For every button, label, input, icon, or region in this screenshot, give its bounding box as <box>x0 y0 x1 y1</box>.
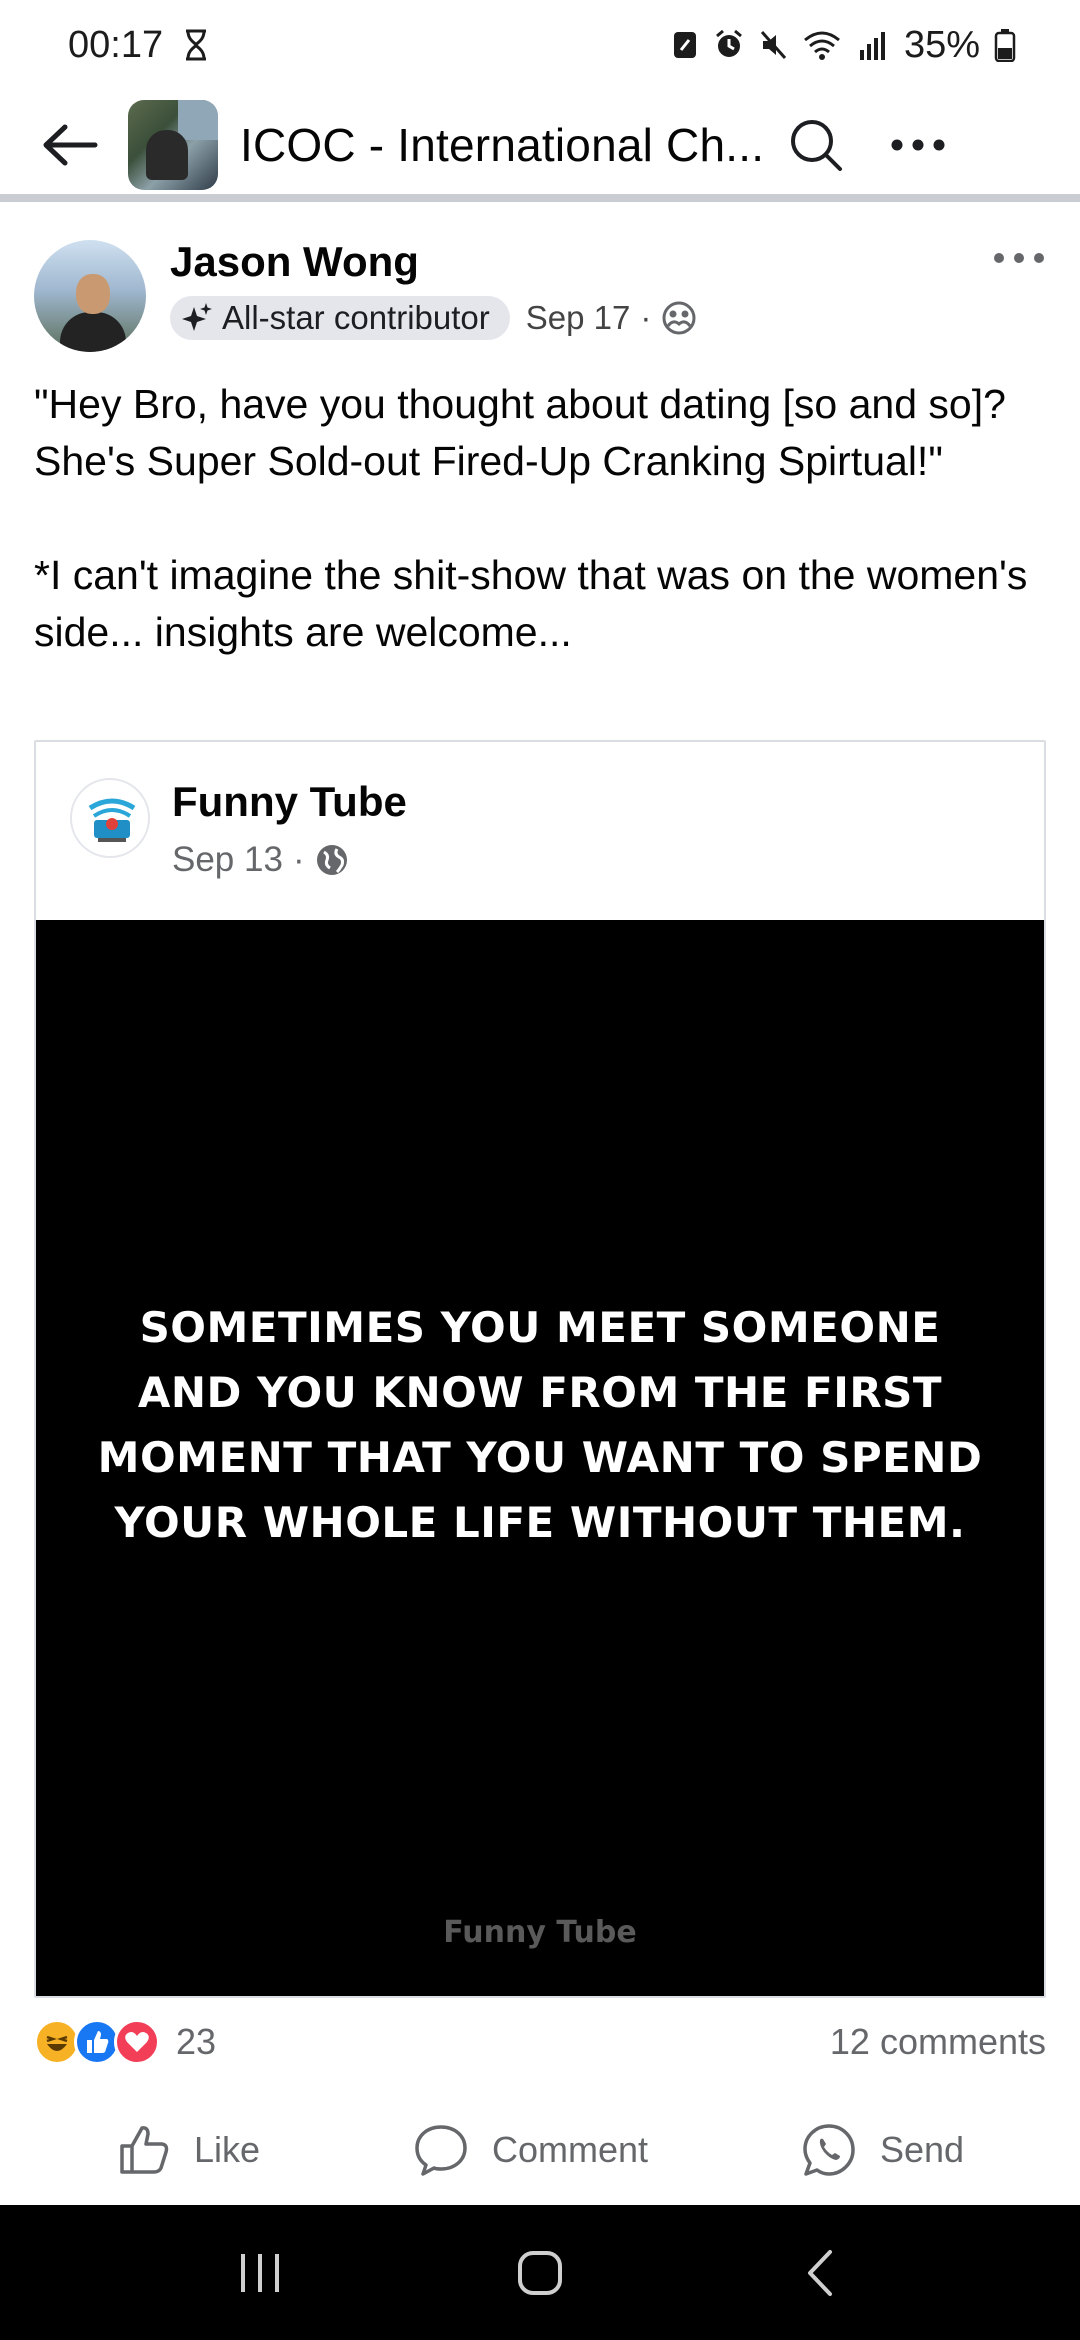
post-header: Jason Wong All-star contributor Sep 17 · <box>34 238 1054 358</box>
post-meta: All-star contributor Sep 17 · <box>170 296 697 340</box>
comment-label: Comment <box>491 2129 648 2170</box>
battery-icon <box>994 29 1016 62</box>
post-body: "Hey Bro, have you thought about dating … <box>34 376 1044 661</box>
group-header: ICOC - International Ch... <box>0 90 1080 200</box>
comment-button[interactable]: Comment <box>392 2105 668 2195</box>
love-reaction-icon <box>114 2019 160 2065</box>
author-name[interactable]: Jason Wong <box>170 238 419 286</box>
reaction-count[interactable]: 23 <box>176 2021 216 2063</box>
group-privacy-icon <box>662 301 696 335</box>
comment-icon <box>415 2125 467 2176</box>
shared-post-date[interactable]: Sep 13 <box>172 840 283 880</box>
battery-percent: 35% <box>903 23 980 66</box>
home-button[interactable] <box>480 2223 600 2323</box>
send-button[interactable]: Send <box>780 2105 984 2195</box>
signal-icon <box>859 32 885 60</box>
more-icon <box>994 253 1044 263</box>
back-button[interactable] <box>32 107 108 183</box>
header-divider <box>0 194 1080 202</box>
home-icon <box>518 2250 562 2295</box>
send-label: Send <box>879 2129 965 2170</box>
like-button[interactable]: Like <box>96 2105 280 2195</box>
post-text-paragraph: "Hey Bro, have you thought about dating … <box>34 381 1006 484</box>
search-button[interactable] <box>776 105 856 185</box>
shared-post-image[interactable]: SOMETIMES YOU MEET SOMEONE AND YOU KNOW … <box>36 920 1044 1996</box>
alarm-icon <box>715 29 742 57</box>
like-label: Like <box>193 2129 261 2170</box>
recents-icon <box>241 2253 279 2292</box>
post-more-button[interactable] <box>984 238 1054 278</box>
meta-separator: · <box>640 299 652 336</box>
shared-post-meta: Sep 13 · <box>172 840 349 880</box>
funny-tube-logo-icon <box>88 798 136 842</box>
reaction-icons[interactable] <box>34 2019 160 2065</box>
back-icon <box>808 2249 832 2296</box>
whatsapp-icon <box>803 2124 855 2176</box>
image-caption: SOMETIMES YOU MEET SOMEONE AND YOU KNOW … <box>97 1303 983 1547</box>
shared-page-name[interactable]: Funny Tube <box>172 778 407 826</box>
reactions-summary: 23 12 comments <box>34 2012 1046 2072</box>
post-date[interactable]: Sep 17 <box>526 299 631 337</box>
nfc-icon <box>673 32 696 58</box>
more-icon <box>891 139 945 151</box>
shared-post-header: Funny Tube Sep 13 · <box>36 742 1044 920</box>
globe-icon <box>316 845 347 875</box>
mute-icon <box>760 31 787 59</box>
status-bar: 00:17 35% <box>0 0 1080 90</box>
sparkle-icon <box>182 303 212 331</box>
post-text-paragraph: *I can't imagine the shit-show that was … <box>34 552 1028 655</box>
wifi-icon <box>803 31 840 60</box>
meta-separator: · <box>292 840 305 879</box>
search-icon <box>791 120 842 171</box>
hourglass-icon <box>186 29 207 61</box>
status-time: 00:17 <box>68 23 164 66</box>
image-watermark: Funny Tube <box>443 1915 637 1950</box>
comments-count[interactable]: 12 comments <box>830 2021 1046 2063</box>
group-thumbnail[interactable] <box>128 100 218 190</box>
shared-post-card[interactable]: Funny Tube Sep 13 · SOMETIMES YOU MEET S… <box>34 740 1046 1998</box>
recents-button[interactable] <box>200 2223 320 2323</box>
more-options-button[interactable] <box>878 105 958 185</box>
group-title[interactable]: ICOC - International Ch... <box>240 118 760 172</box>
contributor-badge[interactable]: All-star contributor <box>170 296 510 340</box>
thumbs-up-icon <box>120 2126 169 2174</box>
badge-label: All-star contributor <box>222 299 490 336</box>
post-actions: Like Comment Send <box>0 2095 1080 2205</box>
author-avatar[interactable] <box>34 240 146 352</box>
page-avatar[interactable] <box>70 778 150 858</box>
system-navigation-bar <box>0 2205 1080 2340</box>
system-back-button[interactable] <box>760 2223 880 2323</box>
back-arrow-icon <box>43 124 98 166</box>
